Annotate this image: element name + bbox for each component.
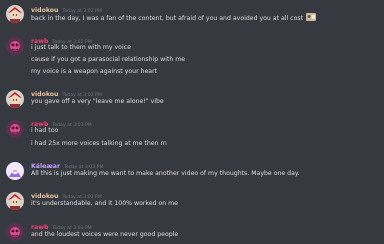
message-text: it's understandable, and it 100% worked … (31, 200, 178, 207)
rawb-avatar-icon[interactable] (6, 37, 24, 55)
message-text: cause if you got a parasocial relationsh… (31, 56, 186, 63)
message-line: cause if you got a parasocial relationsh… (31, 55, 185, 65)
message-header: vidokou Today at 3:02 PM (31, 86, 102, 98)
message-header: vidokou Today at 3:03 PM (31, 188, 102, 200)
message-line: i had too (31, 126, 58, 136)
message-text: i had 25x more voices talking at me then… (31, 140, 167, 147)
message-text: back in the day, I was a fan of the cont… (31, 15, 304, 22)
custom-emoji-icon (306, 13, 317, 21)
message-line: i had 25x more voices talking at me then… (31, 139, 167, 149)
message-line: back in the day, I was a fan of the cont… (31, 13, 317, 24)
message-line: i just talk to them with my voice (31, 43, 131, 53)
vidokou-avatar-icon[interactable] (6, 192, 24, 210)
message-line: and the loudest voices were never good p… (31, 230, 178, 240)
vidokou-avatar-icon[interactable] (6, 90, 24, 108)
message-text: i just talk to them with my voice (31, 44, 131, 51)
message-text: and the loudest voices were never good p… (31, 231, 179, 238)
vidokou-avatar-icon[interactable] (6, 5, 24, 23)
rawb-avatar-icon[interactable] (6, 223, 24, 241)
message-line: it's understandable, and it 100% worked … (31, 199, 178, 209)
message-header: rawb Today at 3:02 PM (31, 33, 92, 45)
message-line: you gave off a very "leave me alone!" vi… (31, 97, 164, 107)
message-header: rawb Today at 3:03 PM (31, 116, 92, 128)
message-text: you gave off a very "leave me alone!" vi… (31, 98, 164, 105)
kaleaar-avatar-icon[interactable] (6, 162, 24, 180)
message-line: All this is just making me want to make … (31, 169, 300, 179)
message-header: Káleæar Today at 3:03 PM (31, 158, 103, 170)
rawb-avatar-icon[interactable] (6, 120, 24, 138)
message-text: my voice is a weapon against your heart (31, 68, 158, 75)
message-header: vidokou Today at 3:02 PM (31, 2, 102, 14)
message-header: rawb Today at 3:03 PM (31, 219, 92, 231)
chat-message-list: vidokou Today at 3:02 PM back in the day,… (0, 0, 384, 244)
message-line: my voice is a weapon against your heart (31, 67, 157, 77)
message-text: i had too (31, 127, 59, 134)
message-text: All this is just making me want to make … (31, 170, 300, 177)
